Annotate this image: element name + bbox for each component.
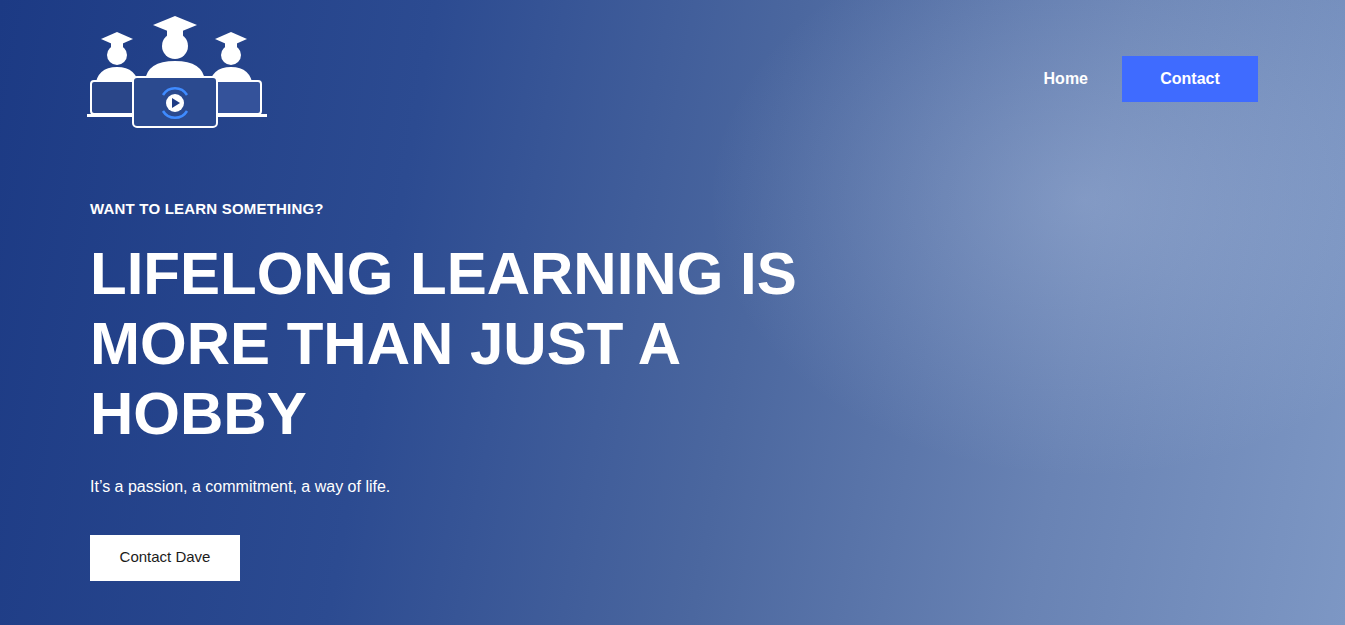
contact-nav-button[interactable]: Contact [1122, 56, 1258, 102]
main-nav: Home Contact [1026, 55, 1258, 103]
hero-content: WANT TO LEARN SOMETHING? LIFELONG LEARNIN… [87, 198, 1258, 581]
logo-icon[interactable] [87, 15, 269, 133]
hero-title: LIFELONG LEARNING IS MORE THAN JUST A HO… [90, 239, 910, 449]
hero-section: Home Contact WANT TO LEARN SOMETHING? LIFE… [0, 0, 1345, 625]
hero-subtitle: It’s a passion, a commitment, a way of l… [90, 475, 1258, 499]
contact-dave-button[interactable]: Contact Dave [90, 535, 240, 581]
home-nav-link[interactable]: Home [1026, 55, 1106, 103]
hero-eyebrow: WANT TO LEARN SOMETHING? [90, 198, 1258, 221]
